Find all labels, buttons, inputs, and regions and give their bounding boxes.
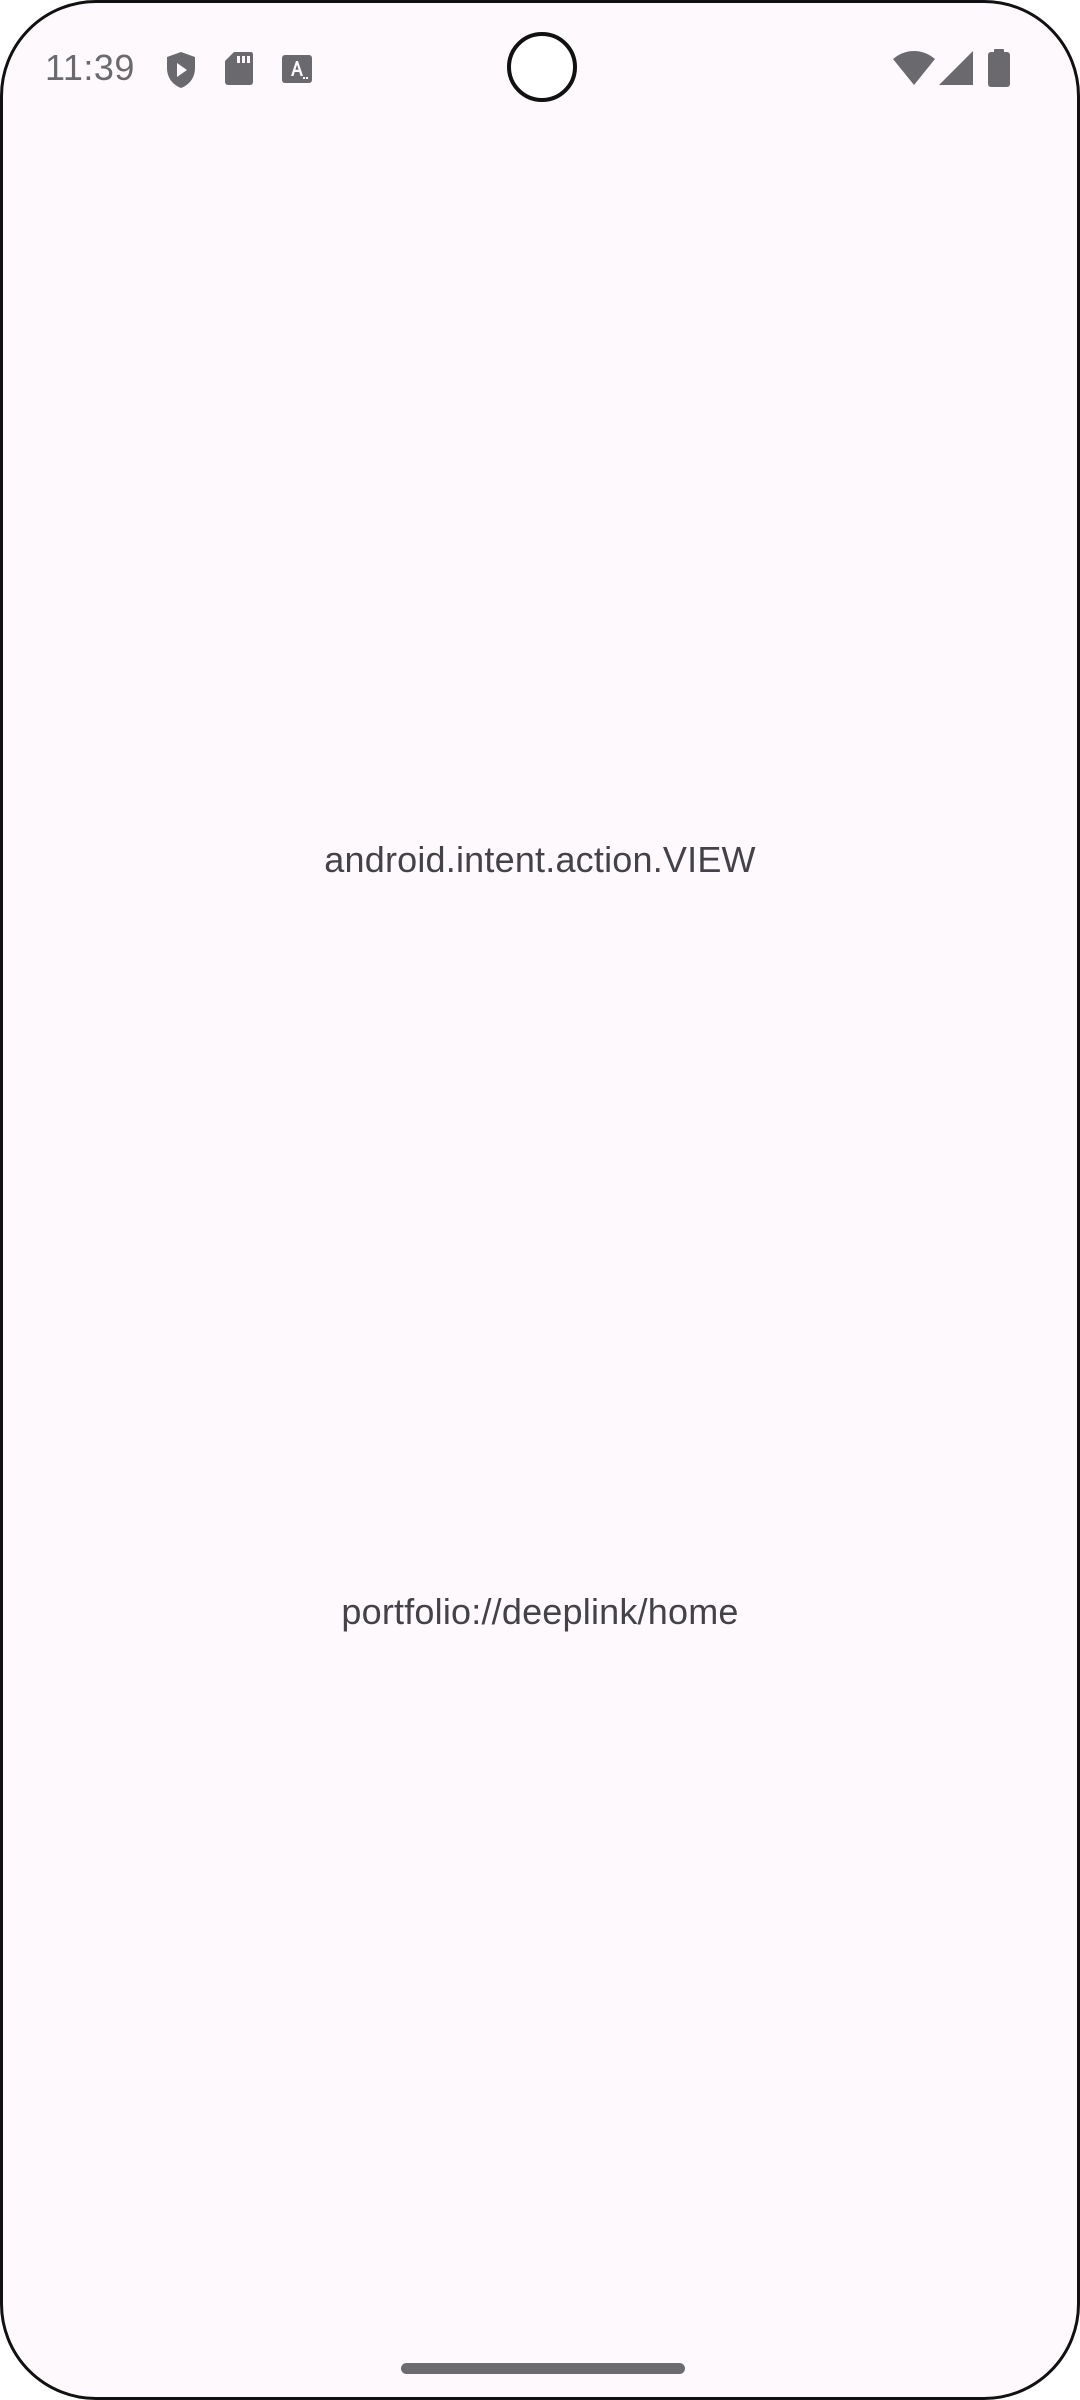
- gesture-navigation-handle[interactable]: [401, 2363, 685, 2374]
- front-camera-cutout: [507, 32, 577, 102]
- text-recognition-icon: [282, 55, 312, 83]
- intent-action-text: android.intent.action.VIEW: [324, 839, 756, 880]
- device-frame: 11:39 android.intent.action.VIEW portfol…: [0, 0, 1080, 2400]
- status-bar: 11:39: [3, 3, 1077, 135]
- battery-icon: [988, 49, 1010, 87]
- cell-signal-icon: [939, 51, 973, 85]
- play-protect-shield-icon: [167, 52, 195, 88]
- sd-card-icon: [225, 52, 253, 85]
- wifi-icon: [893, 51, 935, 85]
- status-time: 11:39: [45, 47, 135, 88]
- deeplink-uri-text: portfolio://deeplink/home: [341, 1591, 739, 1632]
